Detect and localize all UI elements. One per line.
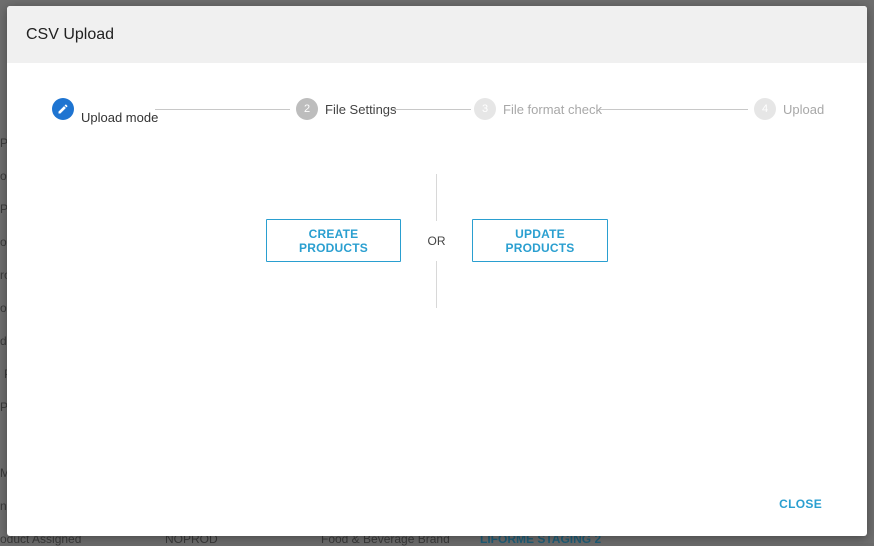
dialog-header: CSV Upload (7, 6, 867, 63)
upload-stepper: Upload mode 2 File Settings 3 File forma… (7, 98, 867, 130)
step-label: Upload mode (81, 109, 159, 125)
step-label: File Settings (325, 101, 397, 117)
bg-row-fragment: o (0, 235, 7, 249)
bg-row-fragment: o (0, 301, 7, 315)
step-upload: 4 Upload (754, 98, 824, 120)
step-number: 3 (474, 98, 496, 120)
step-number: 4 (754, 98, 776, 120)
bg-row-fragment: n (0, 499, 7, 513)
update-products-button[interactable]: UPDATE PRODUCTS (472, 219, 608, 262)
csv-upload-dialog: CSV Upload Upload mode 2 File Settings 3… (7, 6, 867, 536)
close-button[interactable]: CLOSE (779, 497, 822, 511)
step-file-settings[interactable]: 2 File Settings (296, 98, 397, 120)
step-label: File format check (503, 101, 602, 117)
create-products-button[interactable]: CREATE PRODUCTS (266, 219, 401, 262)
step-connector (155, 109, 290, 110)
upload-mode-choice: CREATE PRODUCTS OR UPDATE PRODUCTS (7, 174, 867, 308)
step-number: 2 (296, 98, 318, 120)
step-connector (393, 109, 471, 110)
or-separator: OR (427, 234, 446, 248)
dialog-title: CSV Upload (26, 25, 115, 43)
pencil-icon (58, 104, 68, 114)
step-connector (599, 109, 748, 110)
step-file-format-check: 3 File format check (474, 98, 602, 120)
step-upload-mode[interactable]: Upload mode (52, 98, 158, 125)
step-label: Upload (783, 101, 825, 117)
vertical-divider (436, 174, 437, 221)
step-circle (52, 98, 74, 120)
bg-row-fragment: d (0, 334, 7, 348)
bg-row-fragment: o (0, 169, 7, 183)
vertical-divider (436, 261, 437, 308)
